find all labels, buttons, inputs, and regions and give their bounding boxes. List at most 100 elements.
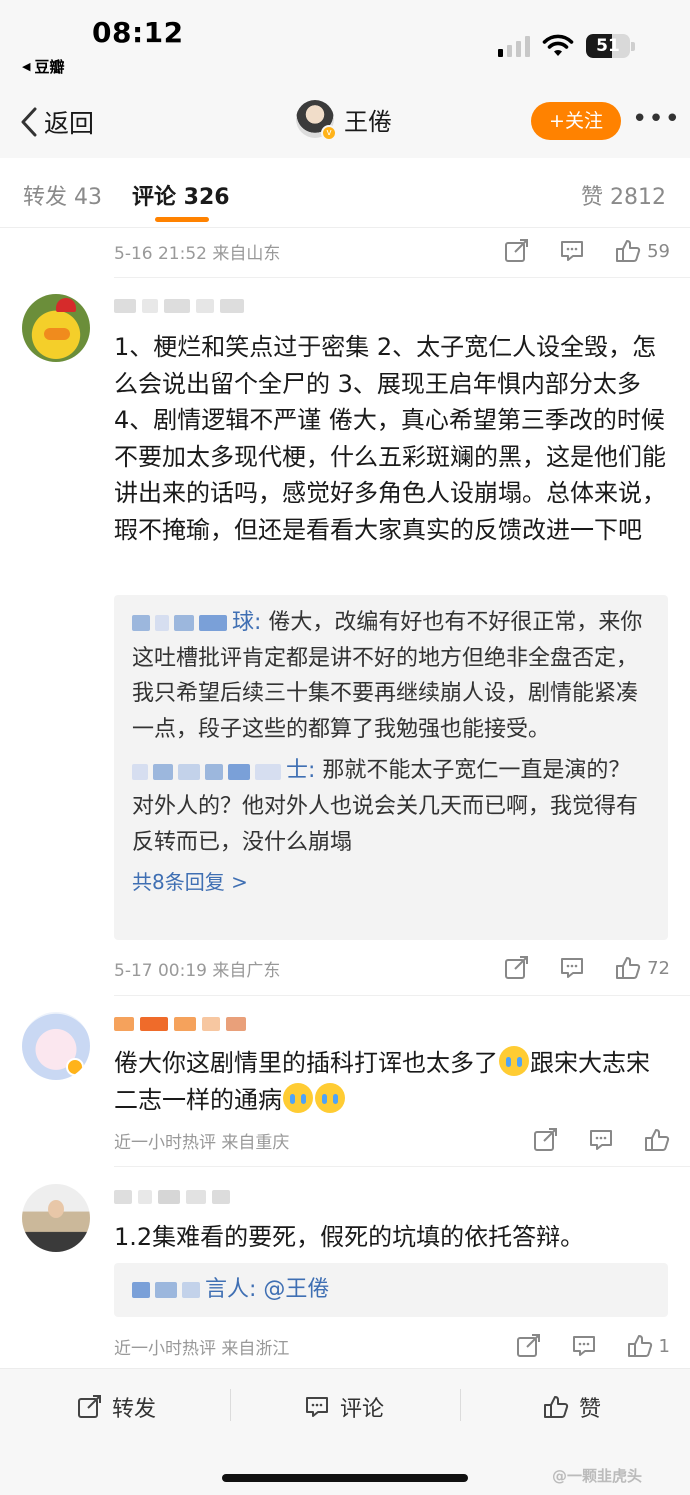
like-count: 72 [647,957,670,979]
divider [114,995,690,996]
active-tab-indicator [155,217,209,222]
reply-thread[interactable]: 言人: @王倦 [114,1263,668,1317]
follow-button[interactable]: +关注 [531,102,621,140]
reply-thread[interactable]: 球: 倦大，改编有好也有不好很正常，来你这吐槽批评肯定都是讲不好的地方但绝非全盘… [114,595,668,940]
reply-item[interactable]: 球: 倦大，改编有好也有不好很正常，来你这吐槽批评肯定都是讲不好的地方但绝非全盘… [132,605,650,747]
share-icon [505,239,529,262]
thumbs-up-icon [544,1396,569,1418]
comment-time-location: 近一小时热评 来自重庆 [114,1132,290,1153]
bottom-comment-label: 评论 [340,1397,385,1422]
battery-level: 51 [596,36,620,56]
reply-author-blurred[interactable] [132,605,232,641]
comment-text: 倦大你这剧情里的插科打诨也太多了 跟宋大志宋二志一样的通病 [114,1045,670,1118]
share-icon [534,1128,557,1151]
back-label: 返回 [44,109,95,138]
comment-meta: 近一小时热评 来自浙江 1 [114,1326,670,1366]
status-time: 08:12 [92,16,184,49]
author-name[interactable]: 王倦 [344,102,392,137]
back-button[interactable]: 返回 [18,104,94,140]
comment-actions: 1 [485,1326,670,1366]
tab-likes[interactable]: 赞 2812 [581,179,666,211]
reply-author-blurred[interactable] [132,1272,205,1308]
thumbs-up-icon [645,1129,670,1151]
comment-icon [590,1130,612,1150]
repost-action[interactable] [515,1333,541,1359]
comment-icon [572,1336,595,1356]
back-app-label: 豆瓣 [34,58,65,76]
share-icon [516,1334,540,1357]
comment-text: 1.2集难看的要死，假死的坑填的依托答辩。 [114,1223,585,1251]
author-header[interactable]: v 王倦 [296,100,392,141]
status-bar: 08:12 ◀ 豆瓣 51 [0,0,690,90]
bottom-repost-label: 转发 [112,1397,157,1422]
commenter-name-blurred[interactable] [114,297,244,315]
comment-icon [306,1397,328,1417]
thumbs-up-icon [616,240,641,262]
reply-item[interactable]: 士: 那就不能太子宽仁一直是演的？对外人的？他对外人也说会关几天而已啊，我觉得有… [132,753,650,860]
like-action[interactable]: 72 [615,955,670,981]
nav-bar: 返回 v 王倦 +关注 ••• [0,90,690,158]
tab-repost[interactable]: 转发 43 [23,179,102,211]
comment-text: 1、梗烂和笑点过于密集 2、太子宽仁人设全毁，怎么会说出留个全尸的 3、展现王启… [114,333,666,544]
reply-author-tail[interactable]: 球: [232,610,261,635]
comment-icon [561,958,584,978]
bottom-like-button[interactable]: 赞 [543,1391,601,1423]
home-indicator[interactable] [222,1474,468,1482]
more-options-button[interactable]: ••• [632,104,681,134]
bottom-repost-button[interactable]: 转发 [76,1391,156,1423]
bottom-comment-button[interactable]: 评论 [304,1391,384,1423]
signal-icon [498,35,530,57]
status-indicators: 51 [498,34,630,58]
comment-actions [502,1120,670,1160]
commenter-avatar[interactable] [22,294,90,362]
crying-emoji-icon [315,1082,345,1113]
commenter-name-blurred[interactable] [114,1188,230,1206]
bottom-action-bar: 转发 评论 赞 @一颗韭虎头 [0,1368,690,1495]
battery-icon: 51 [586,34,630,58]
reply-action[interactable] [559,238,585,264]
view-all-replies-link[interactable]: 共8条回复 > [132,866,650,895]
reply-action[interactable] [571,1333,597,1359]
crying-emoji-icon [283,1082,313,1113]
commenter-avatar[interactable] [22,1012,90,1080]
divider [230,1389,231,1421]
post-tabs: 转发 43 评论 326 赞 2812 [0,158,690,228]
reply-item[interactable]: 言人: @王倦 [132,1272,650,1308]
divider [114,277,690,278]
tab-comments[interactable]: 评论 326 [132,179,230,211]
like-action[interactable] [644,1127,670,1153]
thumbs-up-icon [616,957,641,979]
reply-action[interactable] [588,1127,614,1153]
repost-action[interactable] [503,955,529,981]
reply-author-blurred[interactable] [132,754,286,790]
comment-meta: 5-17 00:19 来自广东 72 [114,948,670,988]
back-to-app-link[interactable]: ◀ 豆瓣 [22,56,64,77]
comment-time-location: 5-16 21:52 来自山东 [114,243,281,264]
crying-emoji-icon [499,1046,529,1076]
repost-action[interactable] [503,238,529,264]
verified-badge-icon: v [321,125,337,141]
commenter-name-blurred[interactable] [114,1015,246,1033]
comment-meta: 5-16 21:52 来自山东 59 [114,231,670,271]
divider [114,1166,690,1167]
reply-mention-link[interactable]: @王倦 [263,1277,329,1302]
chevron-left-icon [21,107,37,137]
battery-cap [631,42,635,51]
like-count: 59 [647,240,670,262]
reply-author-tail[interactable]: 言人: [205,1277,256,1302]
bottom-like-label: 赞 [579,1397,602,1422]
like-action[interactable]: 59 [615,238,670,264]
commenter-avatar[interactable] [22,1184,90,1252]
comment-text-part: 倦大你这剧情里的插科打诨也太多了 [114,1049,498,1077]
divider [460,1389,461,1421]
like-action[interactable]: 1 [627,1333,670,1359]
like-count: 1 [658,1335,670,1357]
comment-icon [561,241,584,261]
comment-actions: 72 [473,948,670,988]
comment-actions: 59 [473,231,670,271]
repost-action[interactable] [532,1127,558,1153]
reply-author-tail[interactable]: 士: [286,758,315,783]
reply-action[interactable] [559,955,585,981]
author-avatar[interactable]: v [296,100,337,141]
wifi-icon [542,34,574,56]
